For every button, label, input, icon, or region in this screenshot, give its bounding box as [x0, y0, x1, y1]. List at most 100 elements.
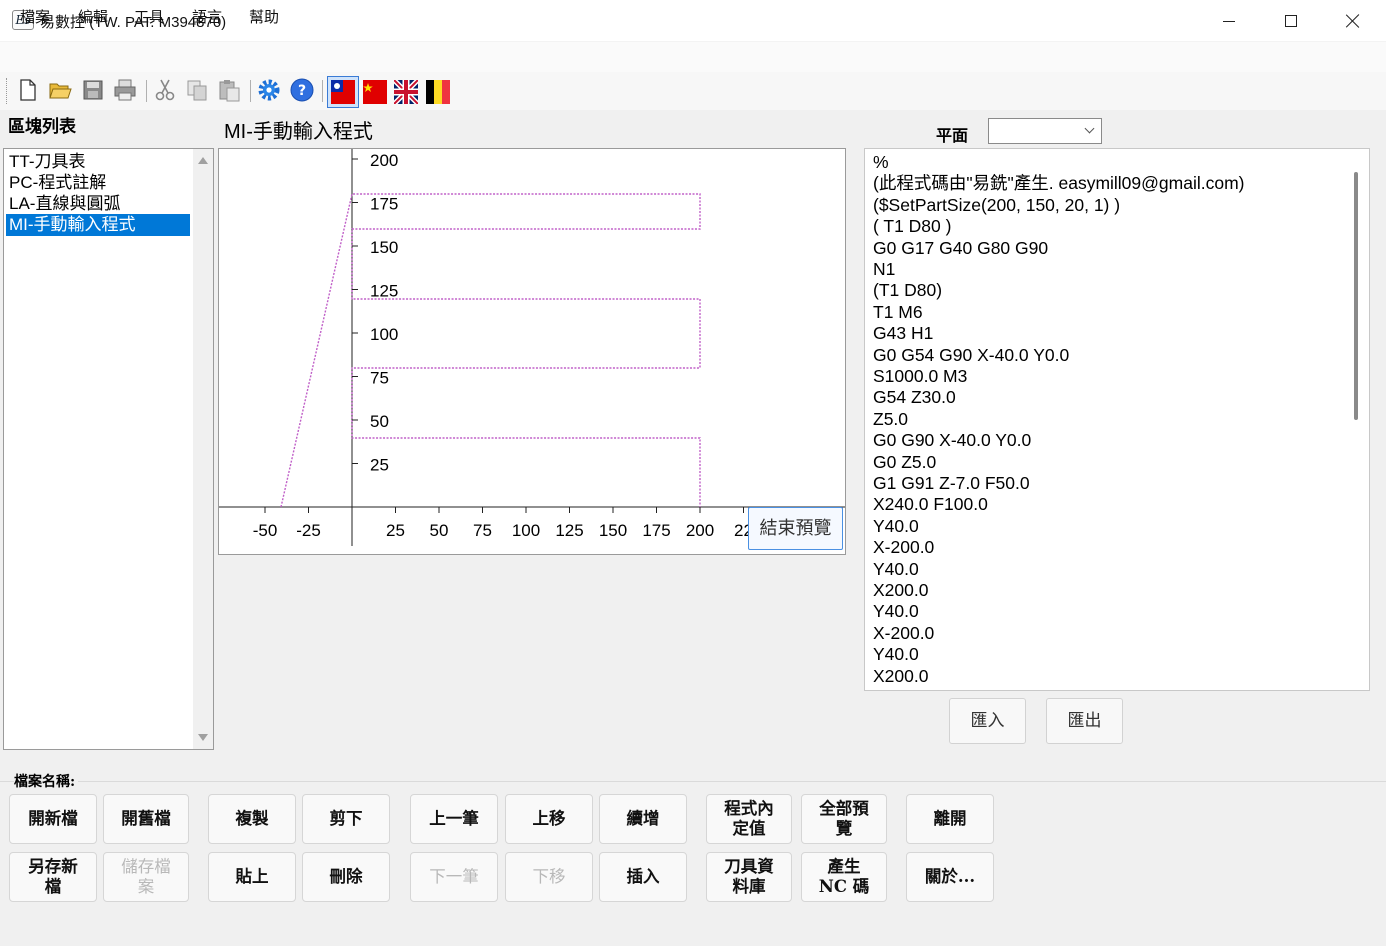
nc-code-line: X200.0: [873, 580, 929, 600]
maximize-button[interactable]: [1260, 0, 1322, 42]
scroll-down-icon[interactable]: [198, 734, 208, 741]
cut-icon[interactable]: [153, 78, 177, 102]
save-button[interactable]: 儲存檔 案: [103, 852, 189, 902]
import-button[interactable]: 匯入: [949, 698, 1026, 744]
new-file-button[interactable]: 開新檔: [9, 794, 97, 844]
svg-text:?: ?: [298, 83, 306, 99]
end-preview-button[interactable]: 結束預覽: [748, 507, 843, 550]
flag-china-icon[interactable]: [363, 80, 387, 104]
y-tick-label: 200: [370, 151, 398, 170]
y-tick-label: 75: [370, 369, 389, 388]
move-up-button[interactable]: 上移: [505, 794, 593, 844]
y-tick-label: 175: [370, 195, 398, 214]
paste-icon[interactable]: [217, 78, 241, 102]
block-item-tool-table[interactable]: TT-刀具表: [6, 151, 190, 173]
filename-label: 檔案名稱:: [14, 771, 79, 791]
nc-code-line: G0 Z5.0: [873, 451, 937, 472]
nc-code-line: G1 G91 Z-7.0 F50.0: [873, 473, 1030, 493]
y-tick-labels: 200 175 150 125 100 75 50 25: [370, 151, 398, 475]
section-divider: [0, 781, 1386, 782]
menu-help[interactable]: 幫助: [249, 6, 279, 27]
x-tick-label: 175: [642, 521, 670, 540]
block-item-program-comment[interactable]: PC-程式註解: [6, 172, 190, 194]
y-tick-label: 125: [370, 282, 398, 301]
block-list-label: 區塊列表: [8, 117, 76, 137]
nc-code-line: %: [873, 152, 889, 172]
x-tick-label: -50: [253, 521, 278, 540]
append-button[interactable]: 續增: [599, 794, 687, 844]
toolpath-plot: -50 -25 25 50 75 100 125 150 175 200 22 2001751501…: [219, 149, 845, 546]
open-file-button[interactable]: 開舊檔: [103, 794, 189, 844]
menu-file[interactable]: 檔案: [20, 6, 50, 27]
x-tick-label: -25: [296, 521, 321, 540]
copy-button[interactable]: 複製: [208, 794, 296, 844]
nc-code-line: X240.0 F100.0: [873, 494, 988, 515]
paste-button[interactable]: 貼上: [208, 852, 296, 902]
previous-record-button[interactable]: 上一筆: [410, 794, 498, 844]
block-item-line-arc[interactable]: LA-直線與圓弧: [6, 193, 190, 215]
flag-uk-icon[interactable]: [394, 80, 418, 104]
nc-code-line: ($SetPartSize(200, 150, 20, 1) ): [873, 194, 1121, 215]
preview-all-button[interactable]: 全部預 覽: [801, 794, 887, 844]
insert-button[interactable]: 插入: [599, 852, 687, 902]
y-tick-label: 25: [370, 456, 389, 475]
x-tick-labels: -50 -25 25 50 75 100 125 150 175 200 22: [253, 521, 753, 540]
nc-code-line: N1: [873, 259, 896, 279]
save-as-button[interactable]: 另存新 檔: [9, 852, 97, 902]
copy-icon[interactable]: [185, 78, 209, 102]
tool-database-button[interactable]: 刀具資 料庫: [706, 852, 792, 902]
toolbar-separator: [322, 80, 323, 102]
print-icon[interactable]: [113, 78, 137, 102]
y-tick-label: 50: [370, 412, 389, 431]
x-tick-label: 100: [512, 521, 540, 540]
delete-button[interactable]: 刪除: [302, 852, 390, 902]
toolpath-preview[interactable]: -50 -25 25 50 75 100 125 150 175 200 22 200 175 150 1…: [218, 148, 846, 555]
block-item-manual-input[interactable]: MI-手動輸入程式: [6, 214, 190, 236]
y-tick-label: 100: [370, 325, 398, 344]
save-icon[interactable]: [81, 78, 105, 102]
preview-title: MI-手動輸入程式: [224, 121, 373, 143]
block-list[interactable]: TT-刀具表 PC-程式註解 LA-直線與圓弧 MI-手動輸入程式: [3, 148, 214, 750]
nc-code-line: (此程式碼由"易銑"產生. easymill09@gmail.com): [873, 173, 1245, 194]
move-down-button[interactable]: 下移: [505, 852, 593, 902]
nc-code-line: X-200.0: [873, 537, 935, 558]
chevron-down-icon: [1084, 123, 1095, 134]
nc-code-line: G43 H1: [873, 323, 934, 344]
nc-code-line: X200.0: [873, 665, 929, 686]
block-list-scrollbar[interactable]: [193, 149, 213, 749]
minimize-icon: [1223, 20, 1235, 22]
export-button[interactable]: 匯出: [1046, 698, 1123, 744]
toolpath-line: [280, 193, 701, 508]
nc-code-editor[interactable]: % (此程式碼由"易銑"產生. easymill09@gmail.com) ($Se…: [864, 148, 1370, 691]
help-icon[interactable]: ?: [290, 78, 314, 102]
menu-language[interactable]: 語言: [192, 6, 222, 27]
cut-button[interactable]: 剪下: [302, 794, 390, 844]
program-define-button[interactable]: 程式內 定值: [706, 794, 792, 844]
flag-belgium-icon[interactable]: [426, 80, 450, 104]
y-tick-marks: [352, 158, 358, 464]
flag-taiwan-icon[interactable]: [331, 80, 355, 104]
exit-button[interactable]: 離開: [906, 794, 994, 844]
open-folder-icon[interactable]: [48, 78, 72, 102]
x-tick-marks: [264, 507, 744, 513]
menu-edit[interactable]: 編輯: [78, 6, 108, 27]
nc-code-line: Y40.0: [873, 558, 919, 579]
nc-code-line: (T1 D80): [873, 280, 943, 301]
nc-code-line: T1 M6: [873, 301, 923, 322]
scroll-up-icon[interactable]: [198, 157, 208, 164]
settings-gear-icon[interactable]: [257, 78, 281, 102]
generate-nc-button[interactable]: 產生 NC 碼: [801, 852, 887, 902]
next-record-button[interactable]: 下一筆: [410, 852, 498, 902]
minimize-button[interactable]: [1198, 0, 1260, 42]
nc-code-line: S1000.0 M3: [873, 366, 968, 386]
close-button[interactable]: [1322, 0, 1384, 42]
menu-bar: [0, 42, 1386, 72]
about-button[interactable]: 關於...: [906, 852, 994, 902]
plane-select[interactable]: [988, 118, 1102, 144]
nc-code-line: G0 G90 X-40.0 Y0.0: [873, 430, 1032, 451]
menu-tools[interactable]: 工具: [134, 6, 164, 27]
nc-code-line: Z5.0: [873, 408, 909, 429]
nc-code-line: Y40.0: [873, 515, 919, 536]
code-scrollbar-thumb[interactable]: [1354, 172, 1358, 420]
new-file-icon[interactable]: [16, 78, 40, 102]
